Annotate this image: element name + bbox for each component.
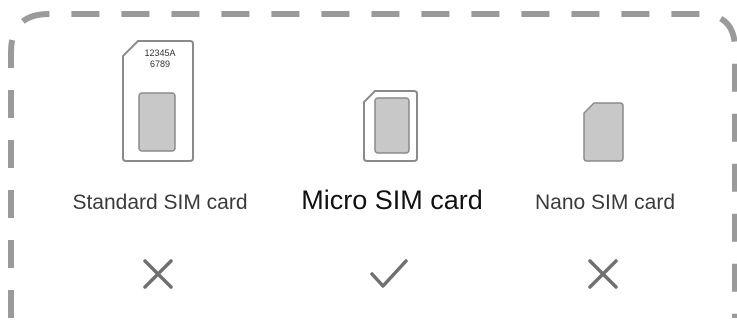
standard-sim-card: 12345A 6789 — [122, 40, 194, 162]
nano-sim-label: Nano SIM card — [534, 191, 676, 214]
sim-number-line1: 12345A — [144, 48, 175, 58]
micro-sim-card — [363, 90, 418, 162]
cross-icon — [588, 259, 618, 289]
standard-sim-label: Standard SIM card — [72, 191, 248, 214]
check-icon — [370, 259, 408, 288]
sim-number-line2: 6789 — [150, 59, 170, 69]
nano-sim-card — [583, 102, 624, 162]
micro-sim-label: Micro SIM card — [301, 185, 483, 215]
cross-icon — [143, 259, 173, 289]
